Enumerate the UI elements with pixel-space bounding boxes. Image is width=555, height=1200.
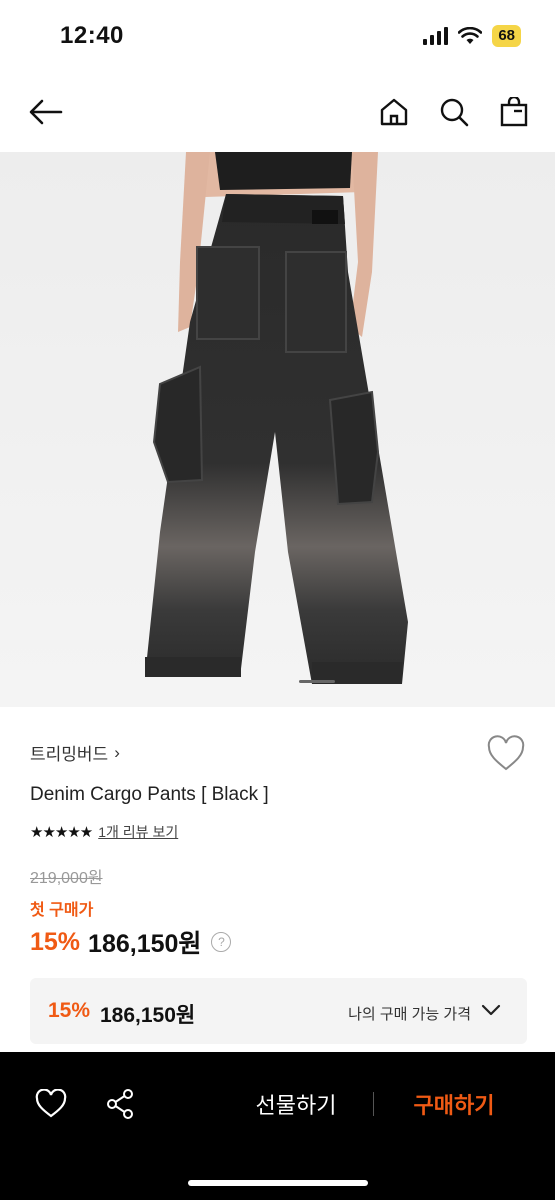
- star-rating-icon: ★★★★★: [30, 824, 93, 841]
- rating-row: ★★★★★ 1개 리뷰 보기: [30, 822, 178, 842]
- gift-button[interactable]: 선물하기: [240, 1088, 352, 1120]
- sale-price: 186,150원: [88, 930, 202, 958]
- wifi-icon: [458, 27, 483, 44]
- product-name: Denim Cargo Pants [ Black ]: [30, 784, 269, 805]
- bottom-action-bar: 선물하기 구매하기: [0, 1052, 555, 1200]
- help-icon[interactable]: ?: [211, 932, 232, 952]
- my-price: 186,150원: [100, 1004, 196, 1027]
- share-icon[interactable]: [100, 1084, 140, 1124]
- original-price: 219,000원: [30, 870, 103, 887]
- brand-link[interactable]: 트리밍버드 ›: [30, 740, 120, 765]
- product-image[interactable]: [0, 152, 555, 707]
- price-row: 15% 186,150원 ?: [30, 924, 232, 960]
- heart-icon: [487, 735, 525, 771]
- my-price-label: 나의 구매 가능 가격: [348, 1006, 471, 1023]
- home-icon[interactable]: [374, 92, 414, 132]
- buy-button[interactable]: 구매하기: [398, 1088, 510, 1120]
- top-nav: [0, 72, 555, 152]
- review-link[interactable]: 1개 리뷰 보기: [98, 822, 178, 842]
- chevron-down-icon: [481, 1004, 501, 1016]
- first-purchase-label: 첫 구매가: [30, 902, 94, 919]
- image-page-indicator: [299, 680, 335, 683]
- my-discount-rate: 15%: [48, 999, 91, 1022]
- discount-rate: 15%: [30, 927, 81, 956]
- wishlist-heart-button[interactable]: [486, 735, 526, 773]
- product-photo: [145, 152, 408, 684]
- status-time: 12:40: [60, 22, 124, 49]
- chevron-right-icon: ›: [114, 742, 120, 762]
- search-icon[interactable]: [434, 92, 474, 132]
- signal-icon: [423, 27, 449, 45]
- my-price-dropdown[interactable]: 15% 186,150원 나의 구매 가능 가격: [30, 978, 527, 1044]
- heart-icon[interactable]: [31, 1084, 71, 1124]
- status-bar: 12:40 68: [0, 0, 555, 72]
- brand-name: 트리밍버드: [30, 745, 109, 764]
- home-indicator: [188, 1180, 368, 1186]
- back-arrow-icon[interactable]: [26, 92, 66, 132]
- divider: [373, 1092, 374, 1116]
- battery-badge: 68: [492, 25, 521, 47]
- shopping-bag-icon[interactable]: [494, 92, 534, 132]
